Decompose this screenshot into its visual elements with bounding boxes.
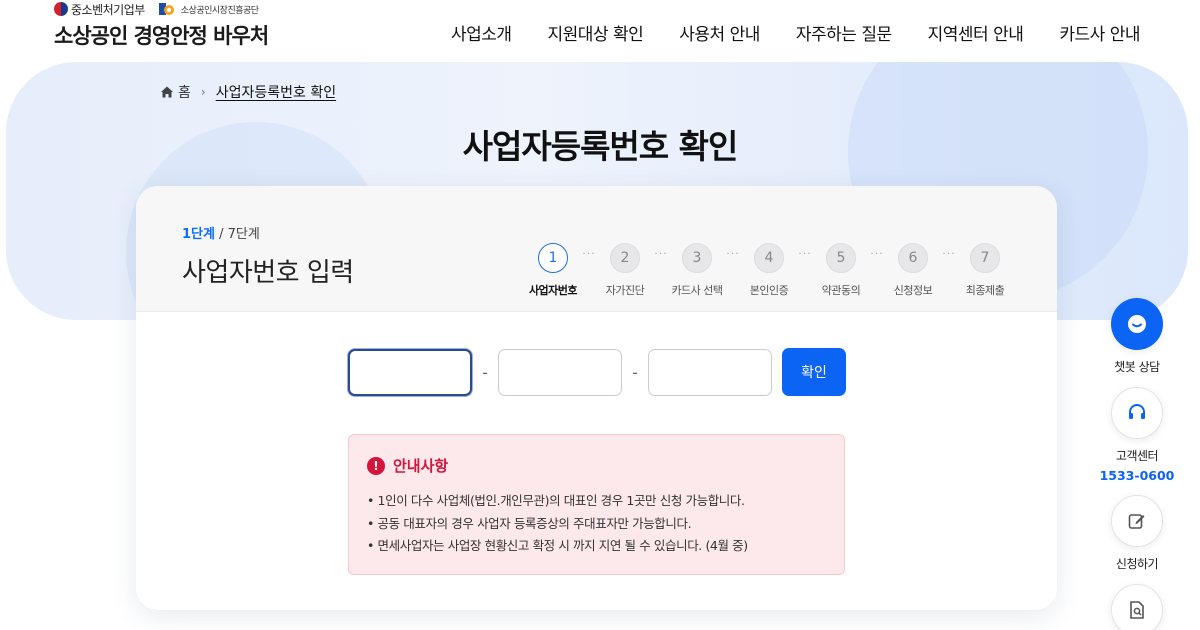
customer-center-label: 고객센터 [1115, 449, 1159, 463]
site-logo[interactable]: 중소벤처기업부 소상공인시장진흥공단 소상공인 경영안정 바우처 [54, 0, 269, 50]
breadcrumb-home[interactable]: 홈 [178, 82, 191, 102]
document-search-icon [1130, 601, 1144, 619]
step-6: 6 신청정보 [885, 243, 941, 298]
step-circle: 4 [754, 243, 784, 273]
headset-icon [1129, 404, 1145, 419]
step-circle: 2 [610, 243, 640, 273]
breadcrumb: 홈 › 사업자등록번호 확인 [160, 82, 336, 102]
ministry-name: 중소벤처기업부 [71, 2, 145, 17]
step-label: 본인인증 [749, 284, 789, 297]
step-counter: 1단계 / 7단계 [182, 223, 260, 242]
breadcrumb-current[interactable]: 사업자등록번호 확인 [216, 82, 336, 102]
step-label: 사업자번호 [528, 284, 578, 297]
step-7: 7 최종제출 [957, 243, 1013, 298]
customer-center-button[interactable]: 고객센터 1533-0600 [1100, 387, 1175, 483]
notice-item: 1인이 다수 사업체(법인.개인무관)의 대표인 경우 1곳만 신청 가능합니다… [367, 490, 826, 513]
notice-title: ! 안내사항 [367, 455, 826, 476]
step-connector: ··· [870, 247, 884, 260]
step-connector: ··· [726, 247, 740, 260]
chat-bubble-icon [1128, 315, 1146, 333]
step-label: 카드사 선택 [671, 284, 723, 297]
step-circle: 6 [898, 243, 928, 273]
step-heading: 사업자번호 입력 [182, 258, 354, 288]
nav-item-faq[interactable]: 자주하는 질문 [778, 20, 910, 45]
business-number-part1-input[interactable] [348, 348, 472, 396]
chatbot-label: 챗봇 상담 [1114, 360, 1160, 374]
step-circle: 7 [970, 243, 1000, 273]
chevron-right-icon: › [200, 85, 206, 99]
notice-list: 1인이 다수 사업체(법인.개인무관)의 대표인 경우 1곳만 신청 가능합니다… [367, 490, 826, 558]
step-1: 1 사업자번호 [525, 243, 581, 298]
dash-separator: - [482, 362, 488, 382]
step-label: 자가진단 [605, 284, 645, 297]
registration-card: 1단계 / 7단계 사업자번호 입력 1 사업자번호 ··· 2 자가진단 ··… [136, 186, 1057, 610]
home-icon [161, 86, 173, 98]
apply-label: 신청하기 [1115, 557, 1159, 571]
step-5: 5 약관동의 [813, 243, 869, 298]
site-title: 소상공인 경영안정 바우처 [54, 24, 269, 48]
site-header: 중소벤처기업부 소상공인시장진흥공단 소상공인 경영안정 바우처 사업소개 지원… [0, 0, 1200, 62]
nav-item-card-companies[interactable]: 카드사 안내 [1041, 20, 1140, 45]
customer-center-circle[interactable] [1111, 387, 1163, 439]
chatbot-circle[interactable] [1111, 298, 1163, 350]
alert-icon: ! [367, 456, 385, 475]
nav-item-regional-center[interactable]: 지역센터 안내 [910, 20, 1042, 45]
step-connector: ··· [942, 247, 956, 260]
apply-button[interactable]: 신청하기 [1111, 495, 1163, 572]
business-number-inputs: - - 확인 [348, 348, 846, 396]
document-search-circle[interactable] [1111, 584, 1163, 630]
step-circle: 3 [682, 243, 712, 273]
step-3: 3 카드사 선택 [669, 243, 725, 298]
page-title: 사업자등록번호 확인 [462, 127, 739, 166]
notice-box: ! 안내사항 1인이 다수 사업체(법인.개인무관)의 대표인 경우 1곳만 신… [348, 434, 845, 575]
apply-circle[interactable] [1111, 495, 1163, 547]
step-connector: ··· [654, 247, 668, 260]
step-label: 약관동의 [821, 284, 861, 297]
business-number-part2-input[interactable] [498, 348, 622, 396]
nav-item-usage[interactable]: 사용처 안내 [661, 20, 778, 45]
step-connector: ··· [582, 247, 596, 260]
logo-top-row: 중소벤처기업부 소상공인시장진흥공단 [54, 0, 268, 18]
step-4: 4 본인인증 [741, 243, 797, 298]
business-number-part3-input[interactable] [648, 348, 772, 396]
main-nav: 사업소개 지원대상 확인 사용처 안내 자주하는 질문 지역센터 안내 카드사 … [433, 20, 1141, 45]
quick-menu: 챗봇 상담 고객센터 1533-0600 신청하기 [1100, 298, 1174, 630]
step-circle: 1 [538, 243, 568, 273]
document-search-button[interactable] [1111, 584, 1163, 630]
customer-center-phone[interactable]: 1533-0600 [1100, 468, 1175, 483]
agency-logo-icon [158, 3, 174, 15]
step-label: 신청정보 [893, 284, 933, 297]
edit-icon [1128, 514, 1145, 529]
step-label: 최종제출 [965, 284, 1005, 297]
notice-item: 면세사업자는 사업장 현황신고 확정 시 까지 지연 될 수 있습니다. (4월… [367, 535, 826, 558]
nav-item-eligibility[interactable]: 지원대상 확인 [530, 20, 662, 45]
step-counter-current: 1단계 [182, 227, 215, 242]
confirm-button[interactable]: 확인 [782, 348, 846, 396]
chatbot-button[interactable]: 챗봇 상담 [1111, 298, 1163, 375]
step-circle: 5 [826, 243, 856, 273]
dash-separator: - [632, 362, 638, 382]
step-connector: ··· [798, 247, 812, 260]
notice-title-text: 안내사항 [393, 457, 449, 475]
card-header: 1단계 / 7단계 사업자번호 입력 1 사업자번호 ··· 2 자가진단 ··… [136, 186, 1057, 312]
government-emblem-icon [54, 2, 68, 16]
agency-name: 소상공인시장진흥공단 [180, 5, 259, 16]
step-2: 2 자가진단 [597, 243, 653, 298]
step-counter-total: / 7단계 [214, 227, 260, 242]
nav-item-about[interactable]: 사업소개 [433, 20, 530, 45]
notice-item: 공동 대표자의 경우 사업자 등록증상의 주대표자만 가능합니다. [367, 513, 826, 536]
step-indicator: 1 사업자번호 ··· 2 자가진단 ··· 3 카드사 선택 ··· 4 본인… [525, 243, 1013, 298]
